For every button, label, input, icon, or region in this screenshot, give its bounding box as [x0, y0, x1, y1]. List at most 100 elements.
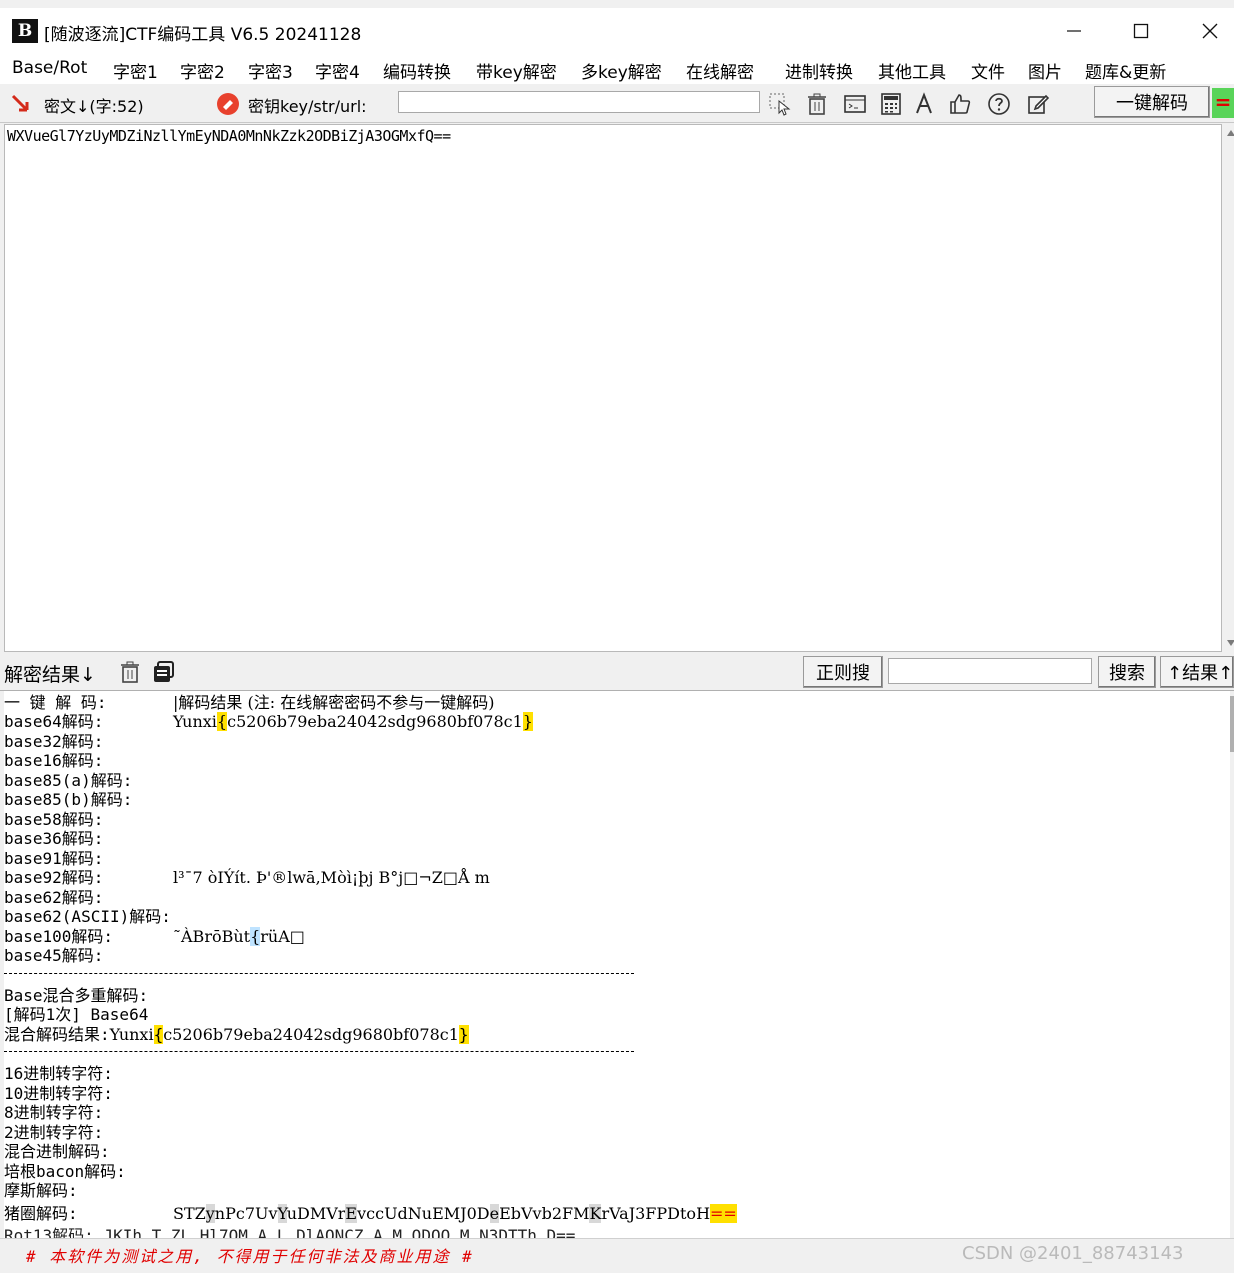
- font-icon[interactable]: [913, 92, 937, 116]
- watermark: CSDN @2401_88743143: [962, 1243, 1184, 1264]
- minimize-button[interactable]: [1044, 8, 1104, 54]
- menu-zimi2[interactable]: 字密2: [180, 58, 225, 83]
- conversion-row-label: 16进制转字符:: [4, 1064, 113, 1083]
- result-row-label: base45解码:: [4, 946, 104, 965]
- pigpen-segment: STZ: [173, 1204, 206, 1223]
- results-textarea[interactable]: 一 键 解 码: |解码结果 (注: 在线解密密码不参与一键解码) base64…: [4, 691, 1230, 1238]
- mixed-title: Base混合多重解码:: [4, 986, 149, 1005]
- result-row-value: ˜ÀBrōBùt{rüA□: [173, 926, 305, 947]
- scroll-up-arrow-icon[interactable]: [1227, 130, 1234, 136]
- minimize-icon: [1067, 30, 1081, 32]
- pigpen-value: STZynPc7UvYuDMVrEvccUdNuEMJ0DeEbVvb2FMKr…: [173, 1204, 737, 1224]
- result-segment: {: [250, 926, 261, 946]
- result-segment: ˜ÀBrōBùt: [173, 926, 251, 946]
- pigpen-segment: rVaJ3FPDtoH: [601, 1204, 711, 1223]
- cipher-scrollbar[interactable]: [1224, 124, 1234, 652]
- divider: [4, 1051, 634, 1052]
- pigpen-segment: ==: [710, 1204, 737, 1223]
- pigpen-segment: K: [589, 1204, 602, 1223]
- result-segment: }: [522, 712, 533, 731]
- status-footer: # 本软件为测试之用, 不得用于任何非法及商业用途 # CSDN @2401_8…: [0, 1238, 1234, 1273]
- trash-icon[interactable]: [805, 92, 829, 116]
- toolbar: 密文↓(字:52) 密钥key/str/url: 一键解码 =: [0, 84, 1234, 123]
- close-icon: [1202, 23, 1218, 39]
- result-segment: {: [216, 712, 228, 731]
- menu-zimi4[interactable]: 字密4: [315, 58, 360, 83]
- results-scrollbar[interactable]: [1230, 691, 1234, 1238]
- result-title: 解密结果↓: [4, 664, 96, 686]
- conversion-row-label: 混合进制解码:: [4, 1142, 110, 1161]
- pigpen-segment: EbVvb2FM: [499, 1204, 590, 1223]
- menu-key-decrypt[interactable]: 带key解密: [476, 58, 557, 83]
- mixed-close-brace: }: [458, 1025, 469, 1044]
- conversion-row-label: 摩斯解码:: [4, 1181, 78, 1200]
- conversion-row-label: 2进制转字符:: [4, 1122, 104, 1142]
- result-toolbar: 解密结果↓ 正则搜 搜索 ↑结果↑: [0, 654, 1234, 691]
- pigpen-segment: y: [205, 1204, 215, 1223]
- menu-base-rot[interactable]: Base/Rot: [12, 58, 87, 78]
- close-button[interactable]: [1180, 8, 1234, 54]
- one-click-decode-button[interactable]: 一键解码: [1094, 86, 1210, 118]
- menu-zimi3[interactable]: 字密3: [248, 58, 293, 83]
- result-row-label: base85(a)解码:: [4, 770, 133, 790]
- result-row-label: base64解码:: [4, 712, 104, 731]
- menu-online-decrypt[interactable]: 在线解密: [686, 58, 754, 83]
- result-row-value: Yunxi{c5206b79eba24042sdg9680bf078c1}: [173, 712, 533, 732]
- eraser-icon[interactable]: [216, 92, 240, 116]
- mixed-label: 混合解码结果:: [4, 1025, 110, 1044]
- result-row-label: base36解码:: [4, 829, 104, 848]
- menu-image[interactable]: 图片: [1028, 58, 1062, 83]
- result-segment: c5206b79eba24042sdg9680bf078c1: [227, 712, 523, 731]
- result-row-label: base100解码:: [4, 926, 114, 946]
- mixed-flag-body: c5206b79eba24042sdg9680bf078c1: [163, 1025, 459, 1044]
- menu-file[interactable]: 文件: [971, 58, 1005, 83]
- one-click-header-label: 一 键 解 码:: [4, 693, 107, 712]
- title-bar: B [随波逐流]CTF编码工具 V6.5 20241128: [0, 8, 1234, 54]
- result-row-value: l³¯7 òIÝít. Þ'®lwā,Mòì¡þj B°j□¬Z□Å m: [173, 868, 490, 887]
- swap-icon[interactable]: [10, 93, 32, 115]
- maximize-button[interactable]: [1111, 8, 1171, 54]
- pigpen-label: 猪圈解码:: [4, 1204, 78, 1223]
- menu-encoding-convert[interactable]: 编码转换: [383, 58, 451, 83]
- key-input[interactable]: [398, 91, 760, 113]
- menu-multi-key-decrypt[interactable]: 多key解密: [581, 58, 662, 83]
- menu-question-bank[interactable]: 题库&更新: [1085, 58, 1166, 83]
- mixed-step: [解码1次] Base64: [4, 1005, 149, 1024]
- equals-badge[interactable]: =: [1212, 88, 1234, 118]
- regex-input[interactable]: [888, 658, 1092, 684]
- result-trash-icon[interactable]: [118, 660, 142, 684]
- results-scroll-thumb[interactable]: [1230, 696, 1234, 752]
- copy-icon[interactable]: [151, 660, 175, 684]
- mixed-result-row: 混合解码结果:Yunxi{c5206b79eba24042sdg9680bf07…: [4, 1025, 469, 1045]
- terminal-icon[interactable]: [843, 92, 867, 116]
- pigpen-segment: nPc7Uv: [214, 1204, 278, 1223]
- regex-search-button[interactable]: 正则搜: [803, 656, 883, 688]
- mixed-open-brace: {: [153, 1025, 164, 1044]
- menu-other-tools[interactable]: 其他工具: [878, 58, 946, 83]
- result-segment: Yunxi: [173, 712, 217, 731]
- result-segment: rüA□: [260, 926, 305, 946]
- partial-row: Rot13解码: JKIh T ZL Hl7OM A L DlAONCZ A M…: [4, 1226, 576, 1238]
- app-window: B [随波逐流]CTF编码工具 V6.5 20241128 Base/Rot 字…: [0, 0, 1234, 1273]
- menu-bar: Base/Rot 字密1 字密2 字密3 字密4 编码转换 带key解密 多ke…: [0, 54, 1234, 84]
- cipher-textarea[interactable]: WXVueGl7YzUyMDZiNzllYmEyNDA0MnNkZzk2ODBi…: [4, 124, 1222, 652]
- conversion-row-label: 10进制转字符:: [4, 1083, 113, 1103]
- result-row-label: base62解码:: [4, 887, 104, 907]
- thumbs-up-icon[interactable]: [948, 92, 972, 116]
- menu-zimi1[interactable]: 字密1: [113, 58, 158, 83]
- mixed-prefix: Yunxi: [109, 1025, 154, 1044]
- conversion-row-label: 培根bacon解码:: [4, 1161, 126, 1181]
- help-icon[interactable]: [987, 92, 1011, 116]
- scroll-down-arrow-icon[interactable]: [1227, 640, 1234, 646]
- result-row-label: base16解码:: [4, 751, 104, 770]
- result-header-note: |解码结果 (注: 在线解密密码不参与一键解码): [173, 693, 495, 712]
- cursor-select-icon[interactable]: [768, 92, 792, 116]
- result-row-label: base92解码:: [4, 868, 104, 887]
- edit-icon[interactable]: [1026, 92, 1050, 116]
- up-result-button[interactable]: ↑结果↑: [1160, 656, 1234, 688]
- window-title: [随波逐流]CTF编码工具 V6.5 20241128: [44, 25, 362, 45]
- menu-base-convert[interactable]: 进制转换: [785, 58, 853, 83]
- calculator-icon[interactable]: [879, 92, 903, 116]
- pigpen-segment: vccUdNuEMJ0D: [357, 1204, 490, 1223]
- search-button[interactable]: 搜索: [1098, 656, 1156, 688]
